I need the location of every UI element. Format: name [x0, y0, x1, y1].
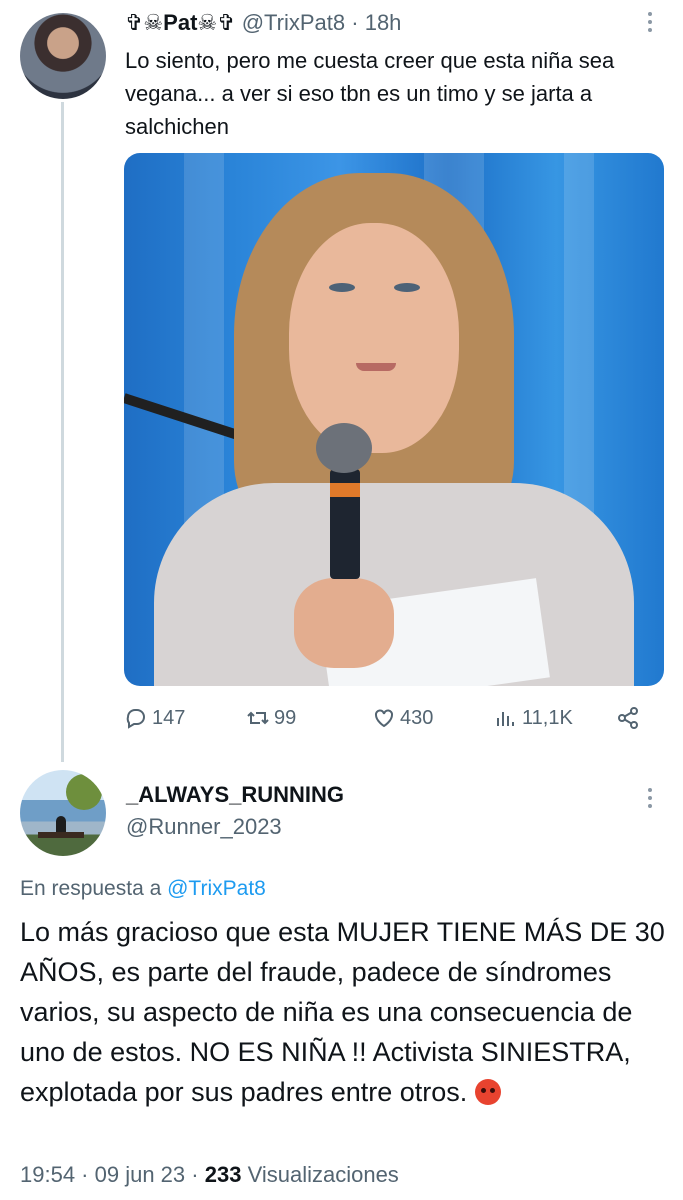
photo-eye — [394, 283, 420, 292]
share-icon — [618, 707, 638, 729]
reply-prefix: En respuesta a — [20, 877, 162, 900]
tweet-text: Lo más gracioso que esta MUJER TIENE MÁS… — [20, 912, 670, 1112]
retweet-count: 99 — [274, 706, 297, 729]
tweet-actions: 147 99 430 11,1K — [124, 702, 654, 734]
photo-hand — [294, 578, 394, 668]
microphone-band — [330, 483, 360, 497]
retweet-button[interactable]: 99 — [246, 702, 296, 734]
photo-eye — [329, 283, 355, 292]
photo-mouth — [356, 363, 396, 371]
photo-face — [289, 223, 459, 453]
tweet-metadata: 19:54 · 09 jun 23 · 233 Visualizaciones — [20, 1162, 399, 1188]
views-icon — [497, 712, 514, 726]
tweet-text-body: Lo más gracioso que esta MUJER TIENE MÁS… — [20, 917, 665, 1107]
retweet-icon — [247, 711, 269, 725]
like-count: 430 — [400, 706, 434, 729]
avatar[interactable] — [20, 13, 106, 99]
views-count: 11,1K — [522, 706, 573, 729]
reply-count: 147 — [152, 706, 186, 729]
conversation-thread: ✞☠Pat☠✞ @TrixPat8 · 18h Lo siento, pero … — [0, 0, 683, 1200]
more-vertical-icon[interactable] — [640, 788, 660, 812]
handle[interactable]: @Runner_2023 — [126, 814, 282, 840]
microphone-head — [316, 423, 372, 473]
views-count: 233 — [204, 1162, 242, 1187]
handle[interactable]: @TrixPat8 — [242, 10, 345, 35]
views-button[interactable]: 11,1K — [494, 702, 573, 734]
tweet-photo[interactable] — [124, 153, 664, 686]
more-vertical-icon[interactable] — [640, 12, 660, 36]
display-name[interactable]: _ALWAYS_RUNNING — [126, 782, 344, 808]
thread-line — [61, 102, 64, 762]
reply-button[interactable]: 147 — [124, 702, 185, 734]
timestamp[interactable]: 19:54 — [20, 1162, 75, 1187]
reply-to-link[interactable]: @TrixPat8 — [167, 877, 266, 900]
separator: · — [75, 1162, 95, 1187]
tweet-header: ✞☠Pat☠✞ @TrixPat8 · 18h — [125, 10, 401, 36]
views-label: Visualizaciones — [247, 1162, 399, 1187]
like-button[interactable]: 430 — [372, 702, 433, 734]
reply-icon — [126, 709, 145, 729]
angry-face-emoji — [474, 1079, 501, 1105]
separator: · — [351, 10, 359, 35]
heart-icon — [375, 709, 393, 728]
separator: · — [185, 1162, 205, 1187]
avatar[interactable] — [20, 770, 106, 856]
share-button[interactable] — [616, 702, 644, 734]
tweet-text: Lo siento, pero me cuesta creer que esta… — [125, 48, 615, 139]
reply-context: En respuesta a @TrixPat8 — [20, 877, 266, 901]
date[interactable]: 09 jun 23 — [95, 1162, 186, 1187]
display-name[interactable]: ✞☠Pat☠✞ — [125, 10, 236, 35]
timestamp[interactable]: 18h — [365, 10, 402, 35]
